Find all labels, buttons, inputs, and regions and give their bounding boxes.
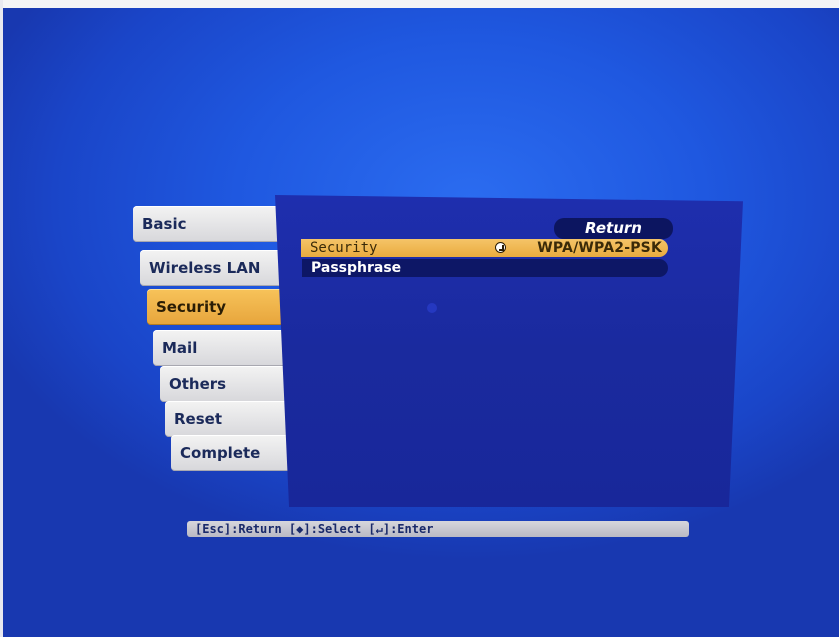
security-row-value: WPA/WPA2-PSK <box>537 240 662 256</box>
tab-complete[interactable]: Complete <box>171 435 301 471</box>
tab-mail[interactable]: Mail <box>153 330 295 366</box>
tab-wireless-lan[interactable]: Wireless LAN <box>140 250 288 286</box>
tab-reset[interactable]: Reset <box>165 401 299 437</box>
projection-top-edge <box>0 0 839 8</box>
tab-label: Complete <box>180 444 261 462</box>
tab-basic[interactable]: Basic <box>133 206 283 242</box>
projection-left-edge <box>0 0 3 637</box>
tab-label: Others <box>169 375 227 393</box>
tab-label: Reset <box>174 410 222 428</box>
security-row[interactable]: Security WPA/WPA2-PSK <box>301 239 668 257</box>
tab-security[interactable]: Security <box>147 289 295 325</box>
help-bar: [Esc]:Return [◆]:Select [↵]:Enter <box>187 521 689 537</box>
tab-others[interactable]: Others <box>160 366 297 402</box>
tab-label: Wireless LAN <box>149 259 261 277</box>
security-row-label: Security <box>310 240 378 256</box>
passphrase-row[interactable]: Passphrase <box>302 259 668 277</box>
tab-label: Security <box>156 298 227 316</box>
return-button[interactable]: Return <box>554 218 673 239</box>
passphrase-row-label: Passphrase <box>311 260 402 276</box>
glare-dot <box>427 303 437 313</box>
help-text: [Esc]:Return [◆]:Select [↵]:Enter <box>195 522 434 536</box>
enter-icon <box>495 242 506 253</box>
tab-label: Mail <box>162 339 198 357</box>
tab-label: Basic <box>142 215 187 233</box>
